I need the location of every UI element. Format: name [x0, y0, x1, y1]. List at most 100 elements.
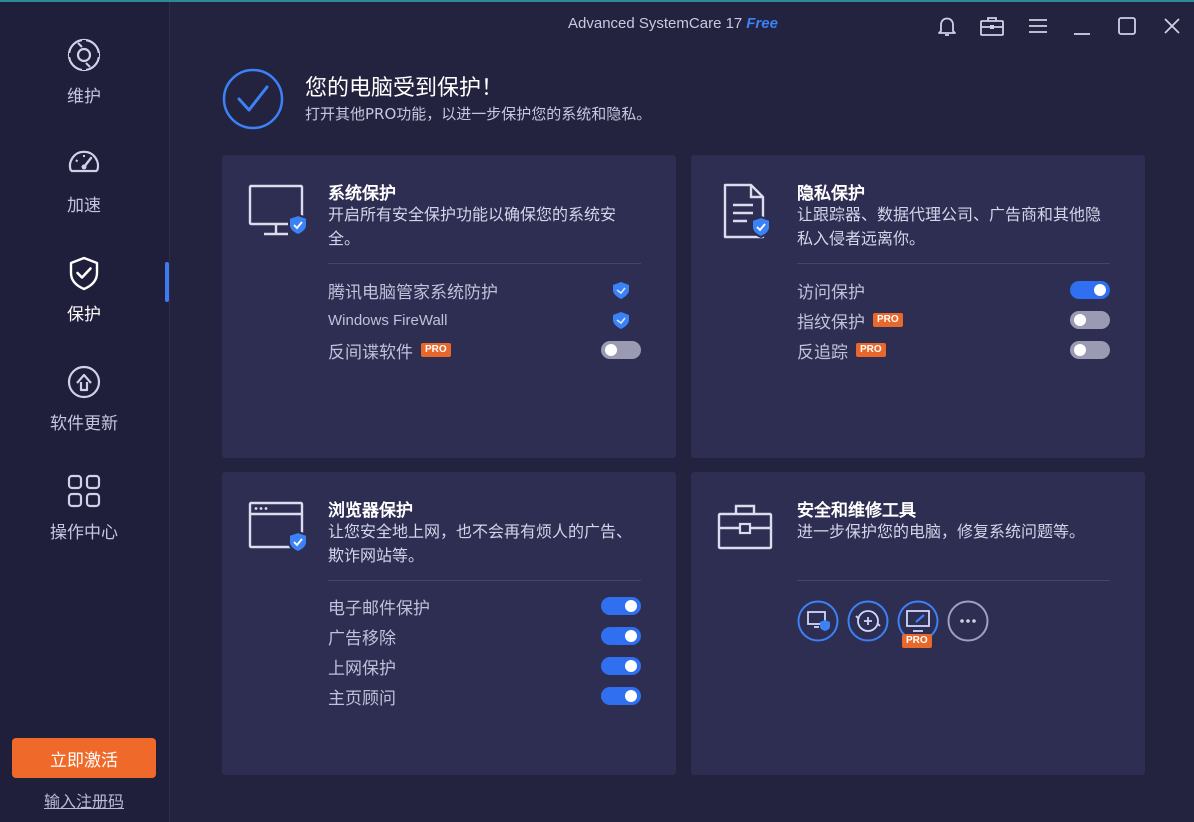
- pro-badge: PRO: [421, 343, 451, 357]
- system-protection-card: 系统保护 开启所有安全保护功能以确保您的系统安全。 腾讯电脑管家系统防护 Win…: [222, 155, 676, 458]
- close-button[interactable]: [1156, 10, 1188, 42]
- list-item: 反追踪 PRO: [797, 338, 1110, 363]
- row-label: 指纹保护 PRO: [797, 308, 903, 333]
- sidebar-item-label: 维护: [67, 87, 101, 107]
- shield-status-icon: [613, 282, 629, 299]
- sidebar-item-speedup[interactable]: 加速: [0, 145, 168, 235]
- card-title: 安全和维修工具: [797, 501, 916, 521]
- privacy-protection-card: 隐私保护 让跟踪器、数据代理公司、广告商和其他隐私入侵者远离你。 访问保护 指纹…: [691, 155, 1145, 458]
- monitor-shield-icon: [248, 183, 312, 241]
- divider: [328, 263, 641, 264]
- list-item: 电子邮件保护: [328, 594, 641, 619]
- tool-pc-protect-button[interactable]: [797, 600, 839, 642]
- speedometer-icon: [65, 145, 103, 183]
- list-item: Windows FireWall: [328, 308, 641, 332]
- shield-check-icon: [65, 254, 103, 292]
- minimize-button[interactable]: [1066, 10, 1098, 42]
- card-description: 让跟踪器、数据代理公司、广告商和其他隐私入侵者远离你。: [797, 205, 1102, 248]
- sidebar-item-maintenance[interactable]: 维护: [0, 36, 168, 126]
- sidebar-item-protect[interactable]: 保护: [0, 254, 168, 344]
- menu-button[interactable]: [1022, 10, 1054, 42]
- shield-status-icon: [613, 312, 629, 329]
- sidebar-item-label: 加速: [67, 196, 101, 216]
- list-item: 指纹保护 PRO: [797, 308, 1110, 333]
- list-item: 广告移除: [328, 624, 641, 649]
- app-name: Advanced SystemCare 17: [568, 15, 743, 32]
- row-label: 反间谍软件 PRO: [328, 338, 451, 363]
- document-shield-icon: [717, 183, 781, 241]
- card-title: 系统保护: [328, 184, 396, 204]
- list-item: 反间谍软件 PRO: [328, 338, 641, 363]
- card-description: 让您安全地上网，也不会再有烦人的广告、欺诈网站等。: [328, 522, 633, 565]
- tool-more-button[interactable]: [947, 600, 989, 642]
- surfing-protection-toggle[interactable]: [601, 657, 641, 675]
- page-title: 您的电脑受到保护！: [305, 76, 504, 101]
- email-protection-toggle[interactable]: [601, 597, 641, 615]
- divider: [797, 263, 1110, 264]
- row-label: 腾讯电脑管家系统防护: [328, 282, 498, 303]
- pc-shield-tool-icon: [797, 600, 839, 642]
- row-label: 主页顾问: [328, 688, 396, 709]
- disk-repair-tool-icon: [847, 600, 889, 642]
- tools-row: PRO: [797, 600, 989, 648]
- more-icon: [947, 600, 989, 642]
- menu-icon: [1029, 19, 1047, 33]
- app-title: Advanced SystemCare 17 Free: [568, 15, 778, 32]
- maximize-button[interactable]: [1111, 10, 1143, 42]
- card-title: 浏览器保护: [328, 501, 413, 521]
- list-item: 上网保护: [328, 654, 641, 679]
- pro-badge: PRO: [873, 313, 903, 327]
- sidebar-item-label: 保护: [67, 305, 101, 325]
- list-item: 主页顾问: [328, 684, 641, 709]
- toolbox-icon: [717, 500, 781, 558]
- minimize-icon: [1074, 33, 1090, 35]
- browser-shield-icon: [248, 500, 312, 558]
- update-arrow-icon: [65, 363, 103, 401]
- list-item: 腾讯电脑管家系统防护: [328, 278, 641, 303]
- enter-license-link[interactable]: 输入注册码: [0, 788, 168, 812]
- close-icon: [1164, 18, 1180, 34]
- notification-bell-button[interactable]: [931, 10, 963, 42]
- sidebar: 维护 加速 保护 软件更新 操作中心 立即激活 输入注册码: [0, 2, 170, 822]
- browser-protection-card: 浏览器保护 让您安全地上网，也不会再有烦人的广告、欺诈网站等。 电子邮件保护 广…: [222, 472, 676, 775]
- grid-icon: [65, 472, 103, 510]
- tool-pc-repair-button[interactable]: PRO: [897, 600, 939, 648]
- homepage-advisor-toggle[interactable]: [601, 687, 641, 705]
- sidebar-item-label: 软件更新: [50, 414, 118, 434]
- anti-tracking-toggle[interactable]: [1070, 341, 1110, 359]
- sidebar-item-action-center[interactable]: 操作中心: [0, 472, 168, 562]
- maintenance-icon: [65, 36, 103, 74]
- toolbox-button[interactable]: [976, 10, 1008, 42]
- page-subtitle: 打开其他PRO功能，以进一步保护您的系统和隐私。: [305, 105, 652, 123]
- row-label: 上网保护: [328, 658, 396, 679]
- tool-disk-repair-button[interactable]: [847, 600, 889, 642]
- row-label: 广告移除: [328, 628, 396, 649]
- edition-label: Free: [746, 15, 778, 32]
- card-description: 开启所有安全保护功能以确保您的系统安全。: [328, 205, 617, 248]
- pro-badge: PRO: [902, 634, 932, 648]
- bell-icon: [938, 17, 956, 36]
- sidebar-item-label: 操作中心: [50, 523, 118, 543]
- toolbox-icon: [980, 17, 1004, 36]
- row-label: 电子邮件保护: [328, 598, 430, 619]
- access-protection-toggle[interactable]: [1070, 281, 1110, 299]
- card-title: 隐私保护: [797, 184, 865, 204]
- row-label: Windows FireWall: [328, 311, 448, 329]
- pro-badge: PRO: [856, 343, 886, 357]
- protected-check-icon: [222, 68, 284, 130]
- list-item: 访问保护: [797, 278, 1110, 303]
- window-top-border: [0, 0, 1194, 2]
- row-label: 访问保护: [797, 282, 865, 303]
- maximize-icon: [1118, 17, 1136, 35]
- active-nav-indicator: [165, 262, 169, 302]
- activate-now-button[interactable]: 立即激活: [12, 738, 156, 778]
- fingerprint-protection-toggle[interactable]: [1070, 311, 1110, 329]
- divider: [328, 580, 641, 581]
- card-description: 进一步保护您的电脑，修复系统问题等。: [797, 522, 1086, 541]
- ad-removal-toggle[interactable]: [601, 627, 641, 645]
- sidebar-item-software-update[interactable]: 软件更新: [0, 363, 168, 453]
- security-tools-card: 安全和维修工具 进一步保护您的电脑，修复系统问题等。 PRO: [691, 472, 1145, 775]
- row-label: 反追踪 PRO: [797, 338, 886, 363]
- divider: [797, 580, 1110, 581]
- anti-spyware-toggle[interactable]: [601, 341, 641, 359]
